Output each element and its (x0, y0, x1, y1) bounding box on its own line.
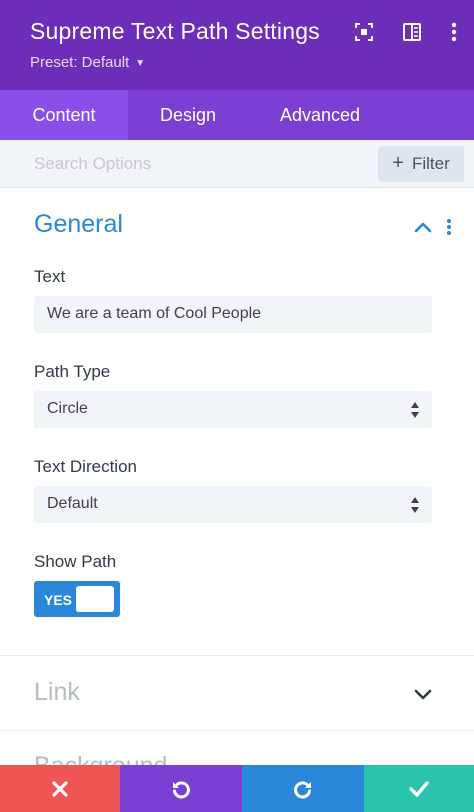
undo-icon (173, 780, 190, 798)
text-direction-label: Text Direction (34, 457, 137, 476)
section-divider (0, 655, 474, 656)
path-type-value: Circle (47, 400, 88, 417)
undo-button[interactable] (120, 765, 242, 812)
section-title-general[interactable]: General (34, 210, 123, 239)
text-input-value: We are a team of Cool People (47, 305, 262, 322)
section-menu-icon[interactable] (446, 218, 454, 236)
toggle-knob (76, 586, 114, 612)
save-button[interactable] (364, 765, 474, 812)
toggle-yes-label: YES (44, 592, 73, 608)
kebab-menu-icon[interactable] (444, 22, 464, 42)
close-icon (52, 780, 68, 797)
settings-header: Supreme Text Path Settings Preset: Defau… (0, 0, 474, 90)
text-label: Text (34, 267, 66, 286)
show-path-label: Show Path (34, 552, 117, 571)
path-type-select[interactable]: Circle (34, 391, 432, 428)
tab-bar: Content Design Advanced (0, 90, 474, 140)
chevron-up-icon[interactable] (414, 220, 432, 238)
sidebar-layout-icon[interactable] (402, 22, 422, 42)
filter-label: Filter (411, 154, 450, 173)
modal-title: Supreme Text Path Settings (30, 18, 320, 44)
text-direction-value: Default (47, 495, 98, 512)
chevron-down-icon[interactable] (414, 688, 432, 706)
section-title-link[interactable]: Link (34, 678, 80, 707)
text-input[interactable]: We are a team of Cool People (34, 296, 432, 333)
show-path-toggle[interactable]: YES (34, 581, 120, 617)
checkmark-icon (409, 780, 429, 797)
preset-dropdown[interactable]: Preset: Default ▼ (30, 54, 145, 71)
preset-label: Preset: Default (30, 54, 130, 71)
tab-design[interactable]: Design (128, 90, 248, 140)
plus-icon: + (392, 151, 404, 174)
redo-button[interactable] (242, 765, 364, 812)
tab-advanced[interactable]: Advanced (248, 90, 392, 140)
section-divider (0, 730, 474, 731)
text-direction-select[interactable]: Default (34, 486, 432, 523)
search-input[interactable]: Search Options (34, 154, 151, 174)
redo-icon (294, 780, 311, 798)
expand-icon[interactable] (354, 22, 374, 42)
filter-button[interactable]: + Filter (378, 146, 464, 182)
caret-down-icon: ▼ (135, 57, 146, 69)
tab-content[interactable]: Content (0, 90, 128, 140)
close-button[interactable] (0, 765, 120, 812)
select-arrows-icon (411, 402, 419, 418)
select-arrows-icon (411, 497, 419, 513)
path-type-label: Path Type (34, 362, 111, 381)
action-footer (0, 765, 474, 812)
